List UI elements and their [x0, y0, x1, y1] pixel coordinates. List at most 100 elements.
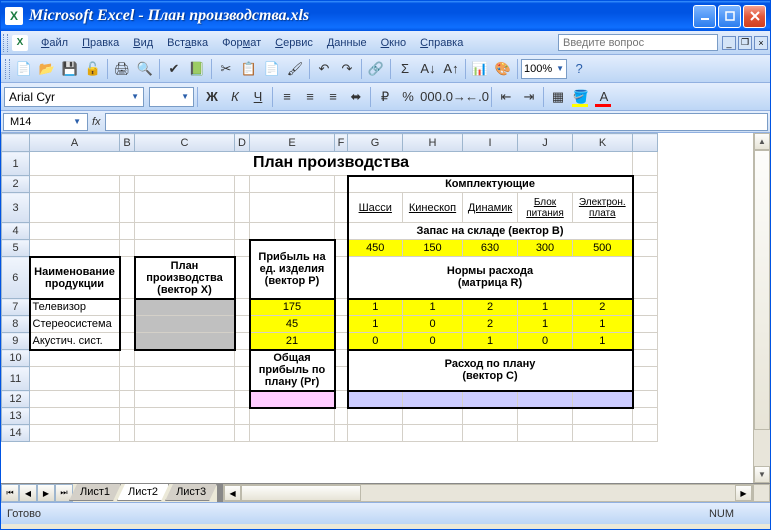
- cell[interactable]: Запас на складе (вектор B): [348, 223, 633, 240]
- cell[interactable]: 630: [463, 240, 518, 257]
- increase-decimal-button[interactable]: .0→: [443, 86, 465, 108]
- cell[interactable]: 1: [573, 333, 633, 350]
- tab-nav-next-button[interactable]: ▶: [37, 484, 55, 502]
- redo-button[interactable]: ↷: [336, 58, 358, 80]
- scroll-thumb[interactable]: [754, 150, 770, 430]
- cell[interactable]: [348, 391, 403, 408]
- spellcheck-button[interactable]: ✔: [163, 58, 185, 80]
- increase-indent-button[interactable]: ⇥: [518, 86, 540, 108]
- cell[interactable]: Расход по плану(вектор C): [348, 350, 633, 391]
- percent-button[interactable]: %: [397, 86, 419, 108]
- cell[interactable]: 150: [403, 240, 463, 257]
- print-button[interactable]: 🖨: [111, 58, 133, 80]
- row-header[interactable]: 4: [2, 223, 30, 240]
- row-header[interactable]: 8: [2, 316, 30, 333]
- cell[interactable]: 450: [348, 240, 403, 257]
- cell[interactable]: 21: [250, 333, 335, 350]
- cell[interactable]: [135, 299, 235, 316]
- decrease-indent-button[interactable]: ⇤: [495, 86, 517, 108]
- scroll-left-button[interactable]: ◀: [224, 485, 241, 501]
- row-header[interactable]: 6: [2, 257, 30, 299]
- toolbar-handle[interactable]: [3, 34, 8, 52]
- sort-desc-button[interactable]: A↑: [440, 58, 462, 80]
- underline-button[interactable]: Ч: [247, 86, 269, 108]
- format-painter-button[interactable]: 🖌: [284, 58, 306, 80]
- bold-button[interactable]: Ж: [201, 86, 223, 108]
- cell[interactable]: Общая прибыль по плану (Pr): [250, 350, 335, 391]
- cell[interactable]: 2: [463, 316, 518, 333]
- cell[interactable]: 0: [403, 316, 463, 333]
- fx-button[interactable]: fx: [92, 116, 101, 128]
- comma-button[interactable]: 000: [420, 86, 442, 108]
- menu-format[interactable]: Формат: [215, 35, 268, 51]
- sheet-tab[interactable]: Лист1: [69, 484, 121, 501]
- maximize-button[interactable]: [718, 5, 741, 28]
- cell[interactable]: Стереосистема: [30, 316, 120, 333]
- column-header[interactable]: K: [573, 134, 633, 152]
- column-header[interactable]: H: [403, 134, 463, 152]
- spreadsheet-grid[interactable]: A B C D E F G H I J K 1 План производств…: [1, 133, 658, 442]
- align-right-button[interactable]: ≡: [322, 86, 344, 108]
- sheet-tab[interactable]: Лист3: [165, 484, 217, 501]
- column-header[interactable]: E: [250, 134, 335, 152]
- cell[interactable]: Нормы расхода(матрица R): [348, 257, 633, 299]
- cell[interactable]: Наименование продукции: [30, 257, 120, 299]
- help-search-input[interactable]: [558, 34, 718, 51]
- cell[interactable]: 1: [573, 316, 633, 333]
- cell[interactable]: 1: [348, 316, 403, 333]
- align-left-button[interactable]: ≡: [276, 86, 298, 108]
- menu-window[interactable]: Окно: [374, 35, 414, 51]
- research-button[interactable]: 📗: [186, 58, 208, 80]
- column-header[interactable]: B: [120, 134, 135, 152]
- select-all-corner[interactable]: [2, 134, 30, 152]
- vertical-scrollbar[interactable]: ▲ ▼: [753, 133, 770, 483]
- menu-data[interactable]: Данные: [320, 35, 374, 51]
- cell[interactable]: Прибыль на ед. изделия (вектор P): [250, 240, 335, 299]
- name-box[interactable]: M14▼: [3, 113, 88, 131]
- cell[interactable]: 300: [518, 240, 573, 257]
- horizontal-scrollbar[interactable]: ◀ ▶: [223, 484, 753, 502]
- font-combo[interactable]: Arial Cyr▼: [4, 87, 144, 107]
- row-header[interactable]: 3: [2, 193, 30, 223]
- zoom-combo[interactable]: 100%▼: [521, 59, 567, 79]
- permissions-button[interactable]: 🔓: [82, 58, 104, 80]
- hyperlink-button[interactable]: 🔗: [365, 58, 387, 80]
- cell[interactable]: Блок питания: [518, 193, 573, 223]
- cell[interactable]: [573, 391, 633, 408]
- sheet-tab-active[interactable]: Лист2: [117, 484, 169, 501]
- column-header[interactable]: C: [135, 134, 235, 152]
- fill-color-button[interactable]: 🪣: [570, 86, 592, 108]
- menu-tools[interactable]: Сервис: [268, 35, 320, 51]
- row-header[interactable]: 2: [2, 176, 30, 193]
- cut-button[interactable]: ✂: [215, 58, 237, 80]
- column-header[interactable]: G: [348, 134, 403, 152]
- menu-view[interactable]: Вид: [126, 35, 160, 51]
- formula-input[interactable]: [105, 113, 768, 131]
- cell[interactable]: 1: [518, 299, 573, 316]
- menu-help[interactable]: Справка: [413, 35, 470, 51]
- drawing-button[interactable]: 🎨: [492, 58, 514, 80]
- menu-insert[interactable]: Вставка: [160, 35, 215, 51]
- scroll-right-button[interactable]: ▶: [735, 485, 752, 501]
- column-header[interactable]: A: [30, 134, 120, 152]
- merge-center-button[interactable]: ⬌: [345, 86, 367, 108]
- toolbar-handle[interactable]: [5, 59, 10, 79]
- cell[interactable]: 500: [573, 240, 633, 257]
- minimize-button[interactable]: [693, 5, 716, 28]
- row-header[interactable]: 12: [2, 391, 30, 408]
- align-center-button[interactable]: ≡: [299, 86, 321, 108]
- sheet-title[interactable]: План производства: [30, 152, 633, 176]
- cell[interactable]: 2: [573, 299, 633, 316]
- cell[interactable]: [135, 316, 235, 333]
- italic-button[interactable]: К: [224, 86, 246, 108]
- column-header[interactable]: I: [463, 134, 518, 152]
- cell[interactable]: [403, 391, 463, 408]
- row-header[interactable]: 7: [2, 299, 30, 316]
- cell[interactable]: 1: [518, 316, 573, 333]
- cell[interactable]: Динамик: [463, 193, 518, 223]
- doc-restore-button[interactable]: ❐: [738, 36, 752, 50]
- cell[interactable]: 0: [348, 333, 403, 350]
- close-button[interactable]: [743, 5, 766, 28]
- tab-nav-first-button[interactable]: ⏮: [1, 484, 19, 502]
- cell[interactable]: 0: [518, 333, 573, 350]
